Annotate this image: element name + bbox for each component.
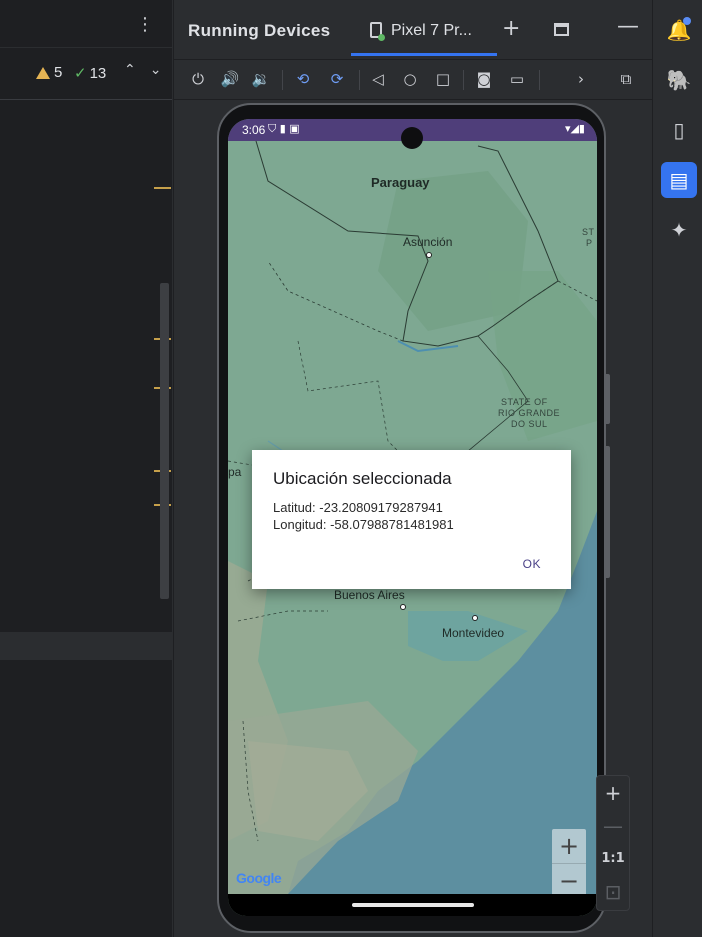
editor-pane: ⋮ 5 ✓ 13 ⌃⌄ bbox=[0, 0, 173, 937]
device-volume-button[interactable] bbox=[605, 446, 610, 578]
device-mirror-icon[interactable]: ⧉ bbox=[615, 68, 637, 90]
screen-record-icon[interactable]: ▭ bbox=[506, 68, 528, 90]
map-label-cut-right-1: ST bbox=[582, 227, 595, 237]
zoom-in-button[interactable]: + bbox=[597, 776, 629, 809]
map-label-cut-right-2: P bbox=[586, 238, 593, 248]
device-frame: Paraguay Asunción STATE OF RIO GRANDE DO… bbox=[217, 103, 606, 933]
warnings-count: 5 bbox=[54, 64, 63, 81]
status-system-icons: ▾◢▮ bbox=[564, 122, 585, 135]
editor-scrollbar[interactable] bbox=[160, 283, 169, 599]
gesture-handle[interactable] bbox=[352, 903, 474, 907]
map-label-asuncion: Asunción bbox=[403, 235, 453, 249]
right-tool-window-bar: 🔔 🐘 ▯ ▤ ✦ bbox=[652, 0, 702, 937]
typos-indicator[interactable]: ✓ 13 bbox=[74, 64, 106, 82]
ide-window: ⋮ 5 ✓ 13 ⌃⌄ Running Devices Pixel 7 Pr..… bbox=[0, 0, 702, 937]
status-notification-icons: ⛉ ▮ ▣ bbox=[268, 122, 300, 135]
map-label-paraguay: Paraguay bbox=[371, 175, 430, 190]
status-time: 3:06 bbox=[242, 123, 266, 137]
ok-button[interactable]: OK bbox=[523, 557, 541, 571]
editor-tab-strip: ⋮ bbox=[0, 0, 172, 48]
chevron-right-icon[interactable]: › bbox=[570, 68, 592, 90]
toolbar-separator bbox=[539, 70, 540, 90]
panel-header: Running Devices Pixel 7 Pr... + — bbox=[174, 0, 652, 60]
back-icon[interactable]: ◁ bbox=[367, 68, 389, 90]
gemini-icon[interactable]: ✦ bbox=[661, 212, 697, 248]
actual-size-button[interactable]: 1:1 bbox=[597, 842, 629, 875]
volume-up-icon[interactable]: 🔊 bbox=[219, 68, 241, 90]
device-icon bbox=[370, 22, 385, 41]
city-marker bbox=[400, 604, 406, 610]
latitude-text: Latitud: -23.20809179287941 bbox=[273, 500, 443, 515]
map-zoom-in-button[interactable]: + bbox=[552, 829, 586, 863]
map-label-buenos-aires: Buenos Aires bbox=[334, 588, 405, 602]
device-toolbar: ⏻ 🔊 🔉 ⟲ ⟳ ◁ ○ □ ◙ ▭ › ⧉ bbox=[174, 60, 652, 100]
power-icon[interactable]: ⏻ bbox=[187, 68, 209, 90]
toolbar-separator bbox=[463, 70, 464, 90]
city-marker bbox=[426, 252, 432, 258]
map-label-rgs-2: RIO GRANDE bbox=[498, 408, 561, 418]
window-options-icon[interactable] bbox=[554, 23, 569, 36]
screenshot-icon[interactable]: ◙ bbox=[473, 68, 495, 90]
running-devices-icon[interactable]: ▤ bbox=[661, 162, 697, 198]
device-tab-label: Pixel 7 Pr... bbox=[391, 22, 472, 39]
camera-cutout bbox=[401, 127, 423, 149]
map-zoom-out-button[interactable]: − bbox=[552, 863, 586, 897]
dialog-title: Ubicación seleccionada bbox=[273, 469, 452, 488]
rotate-right-icon[interactable]: ⟳ bbox=[326, 68, 348, 90]
inspection-widget: 5 ✓ 13 ⌃⌄ bbox=[0, 48, 172, 100]
home-icon[interactable]: ○ bbox=[399, 68, 421, 90]
notification-badge bbox=[683, 17, 691, 25]
tab-pixel-7-pro[interactable]: Pixel 7 Pr... bbox=[351, 0, 497, 56]
city-marker bbox=[472, 615, 478, 621]
panel-title: Running Devices bbox=[188, 21, 331, 40]
device-power-button[interactable] bbox=[605, 374, 610, 424]
map-label-rgs-1: STATE OF bbox=[501, 397, 548, 407]
map-label-montevideo: Montevideo bbox=[442, 626, 505, 640]
minimize-icon[interactable]: — bbox=[617, 14, 639, 39]
editor-breadcrumb-bar bbox=[0, 632, 173, 660]
device-screen[interactable]: Paraguay Asunción STATE OF RIO GRANDE DO… bbox=[228, 119, 597, 916]
running-devices-panel: Running Devices Pixel 7 Pr... + — ⏻ 🔊 🔉 … bbox=[174, 0, 652, 937]
warnings-indicator[interactable]: 5 bbox=[36, 64, 62, 81]
error-stripe-mark[interactable] bbox=[154, 187, 171, 189]
toolbar-separator bbox=[282, 70, 283, 90]
screen-zoom-controls: + — 1:1 ⊡ bbox=[596, 775, 630, 911]
warning-icon bbox=[36, 66, 50, 79]
more-options-icon[interactable]: ⋮ bbox=[136, 14, 154, 35]
google-logo-text: Google bbox=[236, 870, 282, 886]
checks-count: 13 bbox=[89, 64, 107, 82]
device-manager-icon[interactable]: ▯ bbox=[661, 112, 697, 148]
google-logo: Google bbox=[236, 870, 282, 886]
longitude-text: Longitud: -58.07988781481981 bbox=[273, 517, 454, 532]
prev-next-highlight-icons[interactable]: ⌃⌄ bbox=[124, 62, 175, 78]
zoom-out-button[interactable]: — bbox=[597, 809, 629, 842]
location-dialog: Ubicación seleccionada Latitud: -23.2080… bbox=[252, 450, 571, 589]
check-icon: ✓ bbox=[74, 64, 87, 82]
overview-icon[interactable]: □ bbox=[432, 68, 454, 90]
volume-down-icon[interactable]: 🔉 bbox=[250, 68, 272, 90]
map-zoom-controls: + − bbox=[552, 829, 586, 897]
toolbar-separator bbox=[359, 70, 360, 90]
map-label-rgs-3: DO SUL bbox=[511, 419, 548, 429]
map-label-cut-left: pa bbox=[228, 465, 242, 479]
fit-screen-button[interactable]: ⊡ bbox=[597, 875, 629, 908]
notifications-icon[interactable]: 🔔 bbox=[661, 12, 697, 48]
add-device-icon[interactable]: + bbox=[502, 16, 520, 41]
android-nav-bar bbox=[228, 894, 597, 916]
rotate-left-icon[interactable]: ⟲ bbox=[292, 68, 314, 90]
gradle-icon[interactable]: 🐘 bbox=[661, 62, 697, 98]
